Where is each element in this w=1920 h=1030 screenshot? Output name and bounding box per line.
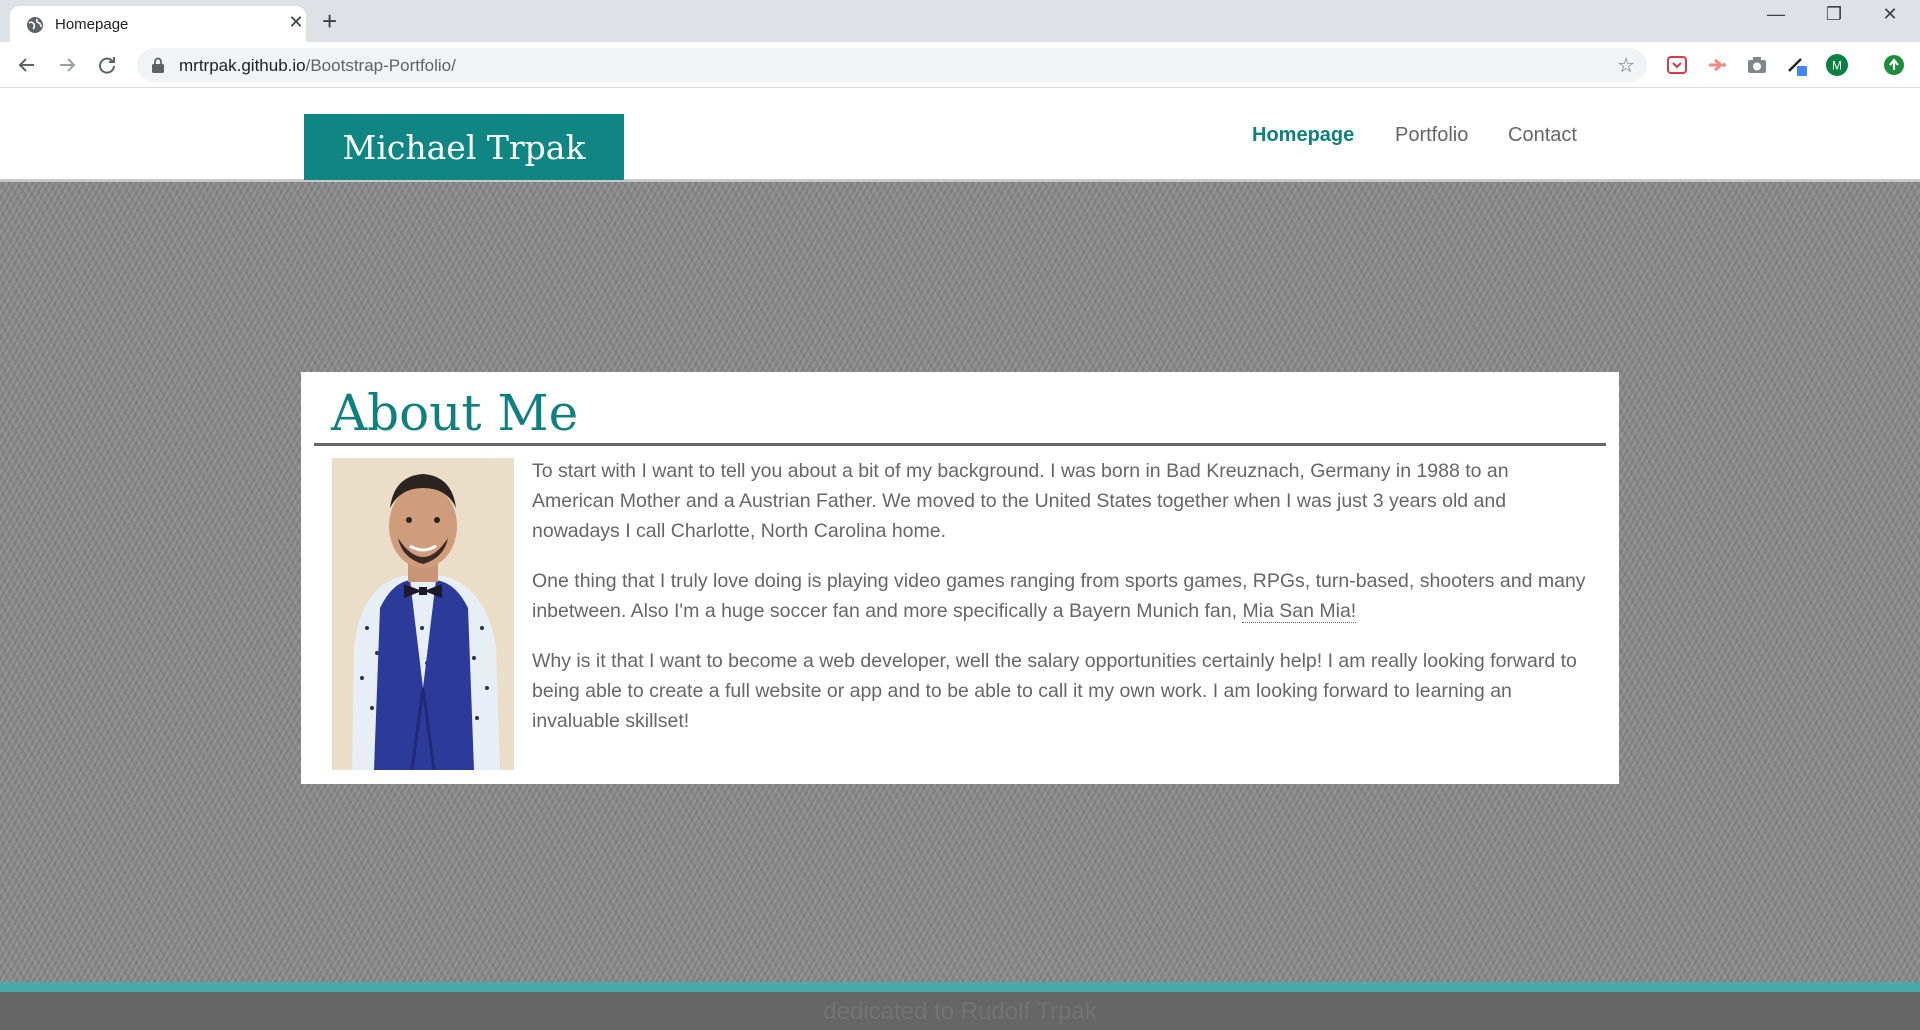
about-paragraph: Why is it that I want to become a web de… bbox=[532, 650, 1577, 732]
back-arrow-icon[interactable] bbox=[12, 50, 42, 80]
nav-contact[interactable]: Contact bbox=[1508, 124, 1577, 147]
nav-portfolio[interactable]: Portfolio bbox=[1395, 124, 1468, 147]
minimize-button[interactable]: — bbox=[1756, 4, 1796, 25]
site-header: Michael Trpak Homepage Portfolio Contact bbox=[0, 88, 1920, 182]
site-footer: dedicated to Rudolf Trpak bbox=[0, 982, 1920, 1030]
bookmark-star-icon[interactable]: ☆ bbox=[1617, 53, 1635, 78]
reload-icon[interactable] bbox=[92, 50, 122, 80]
browser-tab[interactable]: Homepage ✕ bbox=[10, 6, 306, 42]
update-icon[interactable] bbox=[1883, 54, 1905, 76]
about-paragraph: One thing that I truly love doing is pla… bbox=[532, 570, 1586, 623]
about-heading: About Me bbox=[331, 384, 579, 442]
new-tab-button[interactable]: + bbox=[322, 6, 337, 37]
profile-photo bbox=[332, 458, 514, 770]
profile-avatar[interactable]: M bbox=[1826, 54, 1848, 76]
share-extension-icon[interactable] bbox=[1706, 54, 1728, 76]
brand-logo[interactable]: Michael Trpak bbox=[304, 114, 624, 180]
pocket-extension-icon[interactable] bbox=[1666, 54, 1688, 76]
url-text: mrtrpak.github.io/Bootstrap-Portfolio/ bbox=[179, 56, 456, 75]
browser-tabstrip: Homepage ✕ + — ❐ ✕ bbox=[0, 0, 1920, 42]
tab-title: Homepage bbox=[55, 16, 129, 33]
web-page: Michael Trpak Homepage Portfolio Contact… bbox=[0, 88, 1920, 1030]
forward-arrow-icon[interactable] bbox=[52, 50, 82, 80]
color-picker-extension-icon[interactable] bbox=[1786, 54, 1808, 76]
footer-dedication: dedicated to Rudolf Trpak bbox=[823, 998, 1097, 1025]
close-tab-icon[interactable]: ✕ bbox=[286, 12, 306, 33]
svg-text:M: M bbox=[1832, 59, 1842, 73]
address-bar[interactable]: mrtrpak.github.io/Bootstrap-Portfolio/ ☆ bbox=[137, 48, 1647, 82]
textured-background: About Me To start with I want to tell yo… bbox=[0, 182, 1920, 982]
globe-icon bbox=[27, 17, 43, 33]
about-paragraph: To start with I want to tell you about a… bbox=[532, 460, 1509, 542]
camera-extension-icon[interactable] bbox=[1746, 54, 1768, 76]
mia-san-mia-link[interactable]: Mia San Mia! bbox=[1242, 600, 1357, 623]
nav-homepage[interactable]: Homepage bbox=[1252, 124, 1354, 147]
browser-toolbar: mrtrpak.github.io/Bootstrap-Portfolio/ ☆… bbox=[0, 42, 1920, 88]
about-card: About Me To start with I want to tell yo… bbox=[301, 372, 1619, 784]
close-window-button[interactable]: ✕ bbox=[1870, 4, 1910, 25]
lock-icon bbox=[152, 57, 164, 73]
restore-button[interactable]: ❐ bbox=[1814, 4, 1854, 25]
heading-divider bbox=[314, 443, 1606, 446]
about-text: To start with I want to tell you about a… bbox=[532, 456, 1592, 756]
